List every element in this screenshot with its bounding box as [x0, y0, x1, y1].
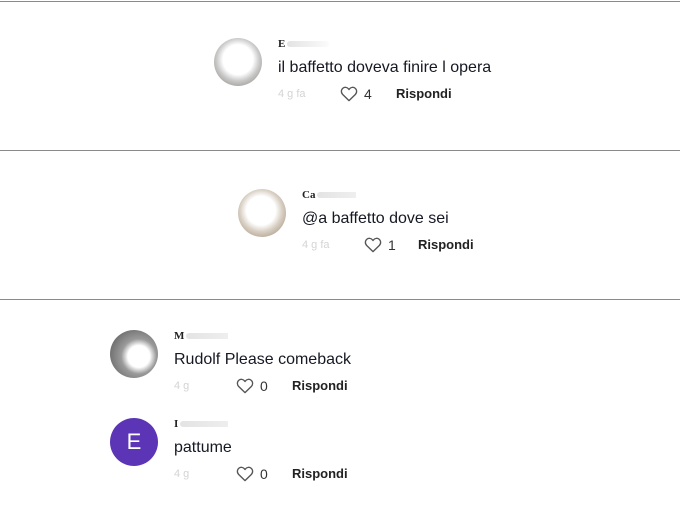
avatar[interactable] — [238, 189, 286, 237]
like-button[interactable]: 4 — [340, 85, 372, 102]
comment-text: @a baffetto dove sei — [302, 210, 449, 227]
divider-top — [0, 1, 680, 2]
heart-outline-icon — [340, 86, 358, 102]
username[interactable]: I — [174, 418, 228, 432]
comment-meta: 4 g fa 4 Rispondi — [278, 85, 578, 103]
username[interactable]: Ca — [302, 189, 356, 203]
username-redaction — [186, 333, 228, 340]
heart-outline-icon — [236, 378, 254, 394]
username-redaction — [180, 421, 228, 428]
reply-button[interactable]: Rispondi — [418, 237, 474, 252]
comment-date: 4 g fa — [278, 88, 306, 100]
like-count: 0 — [260, 377, 268, 394]
avatar[interactable] — [214, 38, 262, 86]
reply-button[interactable]: Rispondi — [292, 466, 348, 481]
reply-button[interactable]: Rispondi — [292, 378, 348, 393]
comment-date: 4 g — [174, 468, 190, 480]
comment-text: Rudolf Please comeback — [174, 351, 351, 368]
username[interactable]: M — [174, 330, 228, 344]
divider — [0, 150, 680, 151]
comment-date: 4 g fa — [302, 239, 330, 251]
divider — [0, 299, 680, 300]
comment-meta: 4 g 0 Rispondi — [174, 377, 474, 395]
username-redaction — [317, 192, 356, 199]
like-button[interactable]: 0 — [236, 377, 268, 394]
like-count: 4 — [364, 85, 372, 102]
comment-date: 4 g — [174, 380, 190, 392]
comment-text: pattume — [174, 439, 232, 456]
heart-outline-icon — [364, 237, 382, 253]
comment-text: il baffetto doveva finire l opera — [278, 59, 492, 76]
like-button[interactable]: 0 — [236, 465, 268, 482]
username-redaction — [287, 41, 330, 48]
comment-meta: 4 g 0 Rispondi — [174, 465, 474, 483]
like-count: 0 — [260, 465, 268, 482]
like-button[interactable]: 1 — [364, 236, 396, 253]
avatar[interactable]: E — [110, 418, 158, 466]
reply-button[interactable]: Rispondi — [396, 86, 452, 101]
heart-outline-icon — [236, 466, 254, 482]
like-count: 1 — [388, 236, 396, 253]
username[interactable]: E — [278, 38, 332, 52]
avatar-letter: E — [126, 429, 142, 454]
avatar[interactable] — [110, 330, 158, 378]
comment-meta: 4 g fa 1 Rispondi — [302, 236, 602, 254]
